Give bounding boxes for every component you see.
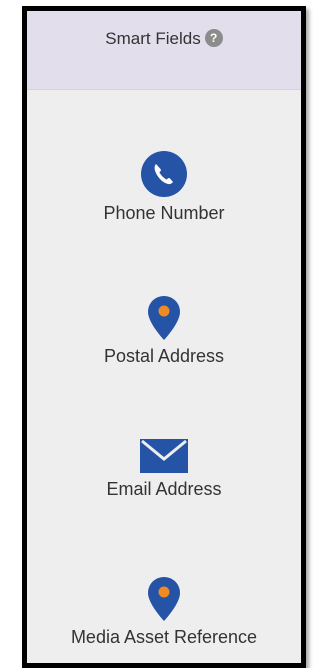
smart-field-media-asset-reference[interactable]: Media Asset Reference <box>27 577 301 648</box>
field-label: Email Address <box>106 479 222 499</box>
smart-field-email-address[interactable]: Email Address <box>27 439 301 500</box>
phone-icon <box>141 151 187 197</box>
panel-title-row: Smart Fields? <box>27 29 301 49</box>
panel-title: Smart Fields <box>105 29 201 48</box>
envelope-icon <box>140 439 188 473</box>
smart-field-postal-address[interactable]: Postal Address <box>27 296 301 367</box>
panel-header: Smart Fields? <box>27 11 301 90</box>
smart-field-phone-number[interactable]: Phone Number <box>27 151 301 224</box>
smart-fields-panel: Smart Fields? Phone Number Postal Addres… <box>22 6 306 668</box>
map-pin-icon <box>148 577 180 621</box>
map-pin-icon <box>148 296 180 340</box>
field-label: Postal Address <box>103 346 225 366</box>
help-icon[interactable]: ? <box>204 29 223 47</box>
field-label: Media Asset Reference <box>70 627 258 647</box>
field-label: Phone Number <box>103 203 225 223</box>
